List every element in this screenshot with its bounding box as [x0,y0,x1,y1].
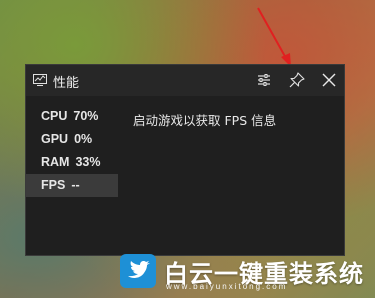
sliders-icon[interactable] [255,71,273,89]
metric-item-fps[interactable]: FPS -- [26,174,118,197]
widget-titlebar[interactable]: 性能 [26,65,344,96]
performance-monitor-icon [33,74,47,86]
metric-value: 70% [73,109,99,123]
widget-title: 性能 [53,76,80,91]
pin-icon[interactable] [288,71,306,89]
metric-value: 33% [75,155,101,169]
close-icon[interactable] [320,71,338,89]
metrics-sidebar: CPU 70% GPU 0% RAM 33% FPS -- [26,105,118,197]
metric-name: GPU [41,132,69,146]
watermark: 白云一键重装系统 www.baiyunxitong.com [120,254,370,294]
watermark-url: www.baiyunxitong.com [166,282,288,291]
metric-item-cpu[interactable]: CPU 70% [26,105,118,128]
metric-name: RAM [41,155,70,169]
fps-info-message: 启动游戏以获取 FPS 信息 [133,113,277,128]
metric-item-ram[interactable]: RAM 33% [26,151,118,174]
metric-value: 0% [74,132,93,146]
metric-value: -- [71,178,80,192]
metric-item-gpu[interactable]: GPU 0% [26,128,118,151]
metric-name: FPS [41,178,66,192]
performance-widget: 性能 CPU 70% GPU 0% RAM 33% FPS -- 启动游戏以获取… [25,64,345,256]
twitter-bird-icon [120,254,156,288]
metric-name: CPU [41,109,68,123]
